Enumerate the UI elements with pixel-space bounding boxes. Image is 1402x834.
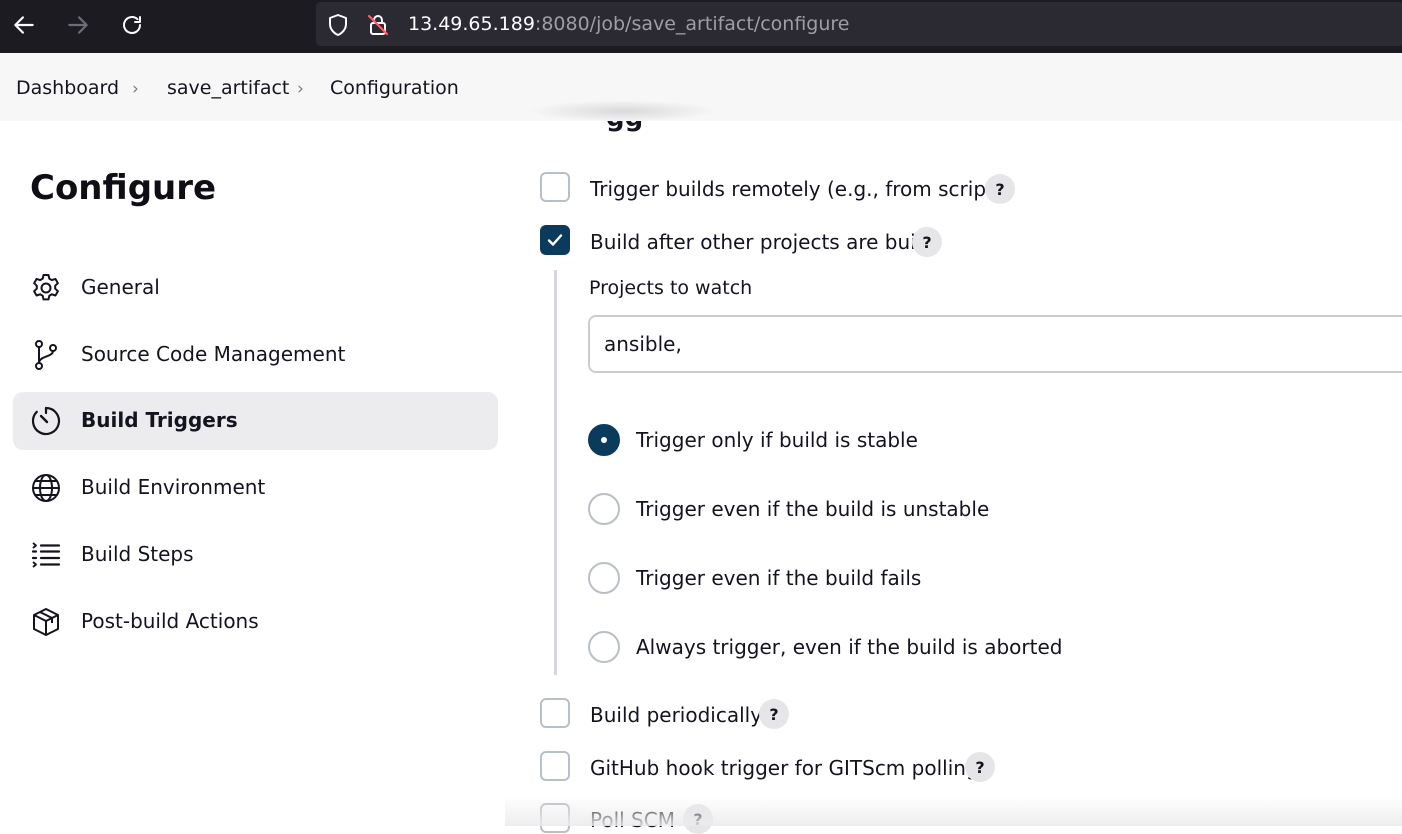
sidebar-item-label: Build Steps [81, 542, 194, 566]
build-after-other-label[interactable]: Build after other projects are built [590, 230, 929, 254]
radio-trigger-unstable-label[interactable]: Trigger even if the build is unstable [636, 497, 989, 521]
github-hook-label[interactable]: GitHub hook trigger for GITScm polling [590, 756, 979, 780]
radio-always-trigger[interactable] [588, 631, 620, 663]
projects-to-watch-label: Projects to watch [589, 277, 753, 299]
breadcrumb-separator-icon: › [297, 79, 304, 99]
help-icon[interactable]: ? [985, 174, 1015, 204]
list-icon [31, 542, 61, 568]
breadcrumb-dashboard[interactable]: Dashboard [16, 77, 119, 99]
radio-trigger-fails[interactable] [588, 562, 620, 594]
nested-section-divider [554, 270, 557, 675]
sidebar-item-label: Source Code Management [81, 342, 346, 366]
sticky-header-shadow [528, 100, 718, 122]
bottom-app-bar-fade [505, 796, 1402, 826]
forward-arrow-icon [68, 16, 88, 34]
build-periodically-label[interactable]: Build periodically [590, 703, 762, 727]
shield-icon[interactable] [325, 12, 351, 38]
back-button[interactable] [9, 10, 39, 40]
reload-button[interactable] [117, 10, 147, 40]
sidebar-item-build-triggers[interactable]: Build Triggers [13, 392, 498, 450]
radio-trigger-fails-label[interactable]: Trigger even if the build fails [636, 566, 921, 590]
sidebar-item-general[interactable]: General [13, 259, 498, 317]
insecure-lock-icon[interactable] [365, 12, 391, 38]
sidebar-item-label: General [81, 275, 160, 299]
trigger-remotely-checkbox[interactable] [540, 172, 570, 202]
url-path: :8080/job/save_artifact/configure [534, 13, 850, 35]
sidebar-item-build-steps[interactable]: Build Steps [13, 526, 498, 584]
help-icon[interactable]: ? [912, 227, 942, 257]
build-after-other-checkbox[interactable] [540, 225, 570, 255]
url-bar[interactable]: 13.49.65.189:8080/job/save_artifact/conf… [316, 2, 1402, 46]
help-icon[interactable]: ? [759, 699, 789, 729]
globe-icon [32, 474, 60, 502]
radio-trigger-stable-label[interactable]: Trigger only if build is stable [636, 428, 918, 452]
package-icon [33, 608, 59, 636]
reload-icon [123, 16, 141, 34]
url-host: 13.49.65.189 [408, 13, 535, 35]
sidebar-item-label: Post-build Actions [81, 609, 259, 633]
help-icon[interactable]: ? [965, 752, 995, 782]
radio-always-trigger-label[interactable]: Always trigger, even if the build is abo… [636, 635, 1062, 659]
back-arrow-icon [14, 16, 34, 34]
trigger-remotely-label[interactable]: Trigger builds remotely (e.g., from scri… [590, 177, 1012, 201]
forward-button[interactable] [63, 10, 93, 40]
breadcrumb-job[interactable]: save_artifact [167, 77, 289, 99]
sidebar-item-source-code-management[interactable]: Source Code Management [13, 326, 498, 384]
radio-trigger-stable[interactable] [588, 424, 620, 456]
projects-to-watch-input[interactable] [588, 315, 1402, 373]
browser-toolbar: 13.49.65.189:8080/job/save_artifact/conf… [0, 0, 1402, 53]
timer-icon [31, 406, 61, 436]
sidebar-item-label: Build Environment [81, 475, 266, 499]
page-title: Configure [30, 168, 217, 208]
checkmark-icon [547, 234, 563, 246]
gear-icon [33, 274, 59, 301]
github-hook-checkbox[interactable] [540, 751, 570, 781]
radio-trigger-unstable[interactable] [588, 493, 620, 525]
sidebar-item-build-environment[interactable]: Build Environment [13, 459, 498, 517]
breadcrumb-separator-icon: › [132, 79, 139, 99]
sidebar-item-post-build-actions[interactable]: Post-build Actions [13, 593, 498, 651]
breadcrumb-configuration[interactable]: Configuration [330, 77, 459, 99]
url-text[interactable]: 13.49.65.189:8080/job/save_artifact/conf… [408, 13, 850, 35]
sidebar-item-label: Build Triggers [81, 408, 238, 432]
branch-icon [35, 340, 57, 370]
build-periodically-checkbox[interactable] [540, 698, 570, 728]
